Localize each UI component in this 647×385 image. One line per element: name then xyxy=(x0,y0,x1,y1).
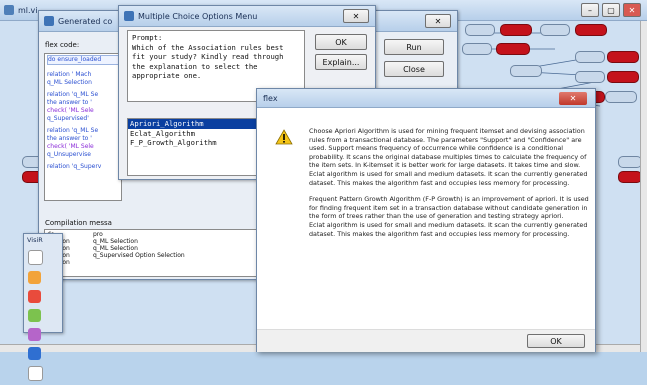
compilation-label: Compilation messa xyxy=(45,219,112,227)
compilation-messages[interactable]: dopro relationq_ML Selection relationq_M… xyxy=(44,229,259,277)
diagram-node[interactable] xyxy=(510,65,542,77)
option-item-apriori[interactable]: Apriori_Algorithm xyxy=(128,119,276,129)
code-line: the answer to ' xyxy=(47,99,92,106)
code-line: q_Unsupervise xyxy=(47,151,91,158)
compilation-row: relationq_Supervised Option Selection xyxy=(47,252,185,259)
diagram-node[interactable] xyxy=(605,91,637,103)
code-line: check( 'ML Sele xyxy=(47,143,94,150)
background-window-title: ml.vi xyxy=(18,5,38,15)
explain-button[interactable]: Explain... xyxy=(315,54,367,70)
toolbox-palette: VisiR xyxy=(23,233,63,381)
flex-message: Choose Apriori Algorithm is used for min… xyxy=(309,127,589,238)
compilation-row: relation xyxy=(47,259,256,266)
diagram-node[interactable] xyxy=(540,24,570,36)
flex-dialog: flex ✕ Choose Apriori Algorithm is used … xyxy=(256,88,596,352)
diagram-node[interactable] xyxy=(575,71,605,83)
diagram-node[interactable] xyxy=(465,24,495,36)
code-line: q_ML Selection xyxy=(47,79,92,86)
code-line: relation 'q_ML Se xyxy=(47,127,99,134)
compilation-row: dopro xyxy=(47,231,103,238)
diagram-node-red[interactable] xyxy=(607,51,639,63)
message-eclat-repeat: Eclat algorithm is used for small and me… xyxy=(309,220,588,238)
generated-code-title: Generated co xyxy=(58,16,113,26)
code-line: relation 'q_Superv xyxy=(47,163,102,170)
code-label: flex code: xyxy=(45,41,80,49)
code-line: the answer to ' xyxy=(47,135,92,142)
prompt-label: Prompt: xyxy=(132,33,163,42)
code-line: q_Supervised' xyxy=(47,115,89,122)
toolbox-title: VisiR xyxy=(27,236,43,244)
value-tool-icon[interactable] xyxy=(28,309,41,322)
pointer-tool-icon[interactable] xyxy=(28,250,43,265)
ok-button[interactable]: OK xyxy=(315,34,367,50)
code-line: do ensure_loaded xyxy=(47,55,119,65)
diagram-node[interactable] xyxy=(575,51,605,63)
prompt-text: Which of the Association rules best fit … xyxy=(132,42,284,81)
generated-code-close-button[interactable]: ✕ xyxy=(425,14,451,28)
vertical-scrollbar[interactable] xyxy=(640,21,647,352)
option-item-fp-growth[interactable]: F_P_Growth_Algorithm xyxy=(128,138,276,148)
window-icon xyxy=(44,16,54,26)
multiple-choice-titlebar: Multiple Choice Options Menu ✕ xyxy=(119,6,375,27)
run-button[interactable]: Run xyxy=(384,39,444,55)
option-item-eclat[interactable]: Eclat_Algorithm xyxy=(128,129,276,139)
diagram-node-red[interactable] xyxy=(496,43,530,55)
diagram-node-red[interactable] xyxy=(607,71,639,83)
close-window-button[interactable]: ✕ xyxy=(623,3,641,17)
message-eclat: Eclat algorithm is used for small and me… xyxy=(309,169,588,187)
diagram-node-red[interactable] xyxy=(575,24,607,36)
diagram-node-red[interactable] xyxy=(618,171,642,183)
multiple-choice-title: Multiple Choice Options Menu xyxy=(138,11,258,21)
flex-titlebar: flex ✕ xyxy=(257,89,595,108)
node-tool-icon[interactable] xyxy=(28,271,41,284)
maximize-button[interactable]: ▢ xyxy=(602,3,620,17)
code-line: relation 'q_ML Se xyxy=(47,91,99,98)
multiple-choice-close-button[interactable]: ✕ xyxy=(343,9,369,23)
options-list[interactable]: Apriori_Algorithm Eclat_Algorithm F_P_Gr… xyxy=(127,118,277,176)
window-icon xyxy=(124,11,134,21)
compilation-row: relationq_ML Selection xyxy=(47,245,138,252)
message-apriori: Choose Apriori Algorithm is used for min… xyxy=(309,127,587,170)
comment-tool-icon[interactable] xyxy=(28,366,43,381)
close-button[interactable]: Close xyxy=(384,61,444,77)
flex-ok-button[interactable]: OK xyxy=(527,334,585,348)
minimize-button[interactable]: – xyxy=(581,3,599,17)
flex-close-button[interactable]: ✕ xyxy=(559,91,587,105)
app-icon xyxy=(4,5,14,15)
compilation-row: relationq_ML Selection xyxy=(47,238,138,245)
group-tool-icon[interactable] xyxy=(28,328,41,341)
link-tool-icon[interactable] xyxy=(28,290,41,303)
warning-icon xyxy=(275,129,293,145)
flex-title: flex xyxy=(263,93,278,103)
code-line: check( 'ML Sele xyxy=(47,107,94,114)
diagram-node[interactable] xyxy=(462,43,492,55)
message-fp-growth: Frequent Pattern Growth Algorithm (F-P G… xyxy=(309,195,589,221)
diagram-node-red[interactable] xyxy=(500,24,532,36)
info-tool-icon[interactable] xyxy=(28,347,41,360)
diagram-node[interactable] xyxy=(618,156,642,168)
code-line: relation ' Mach xyxy=(47,71,92,78)
code-area[interactable]: do ensure_loaded relation ' Mach q_ML Se… xyxy=(44,53,122,201)
